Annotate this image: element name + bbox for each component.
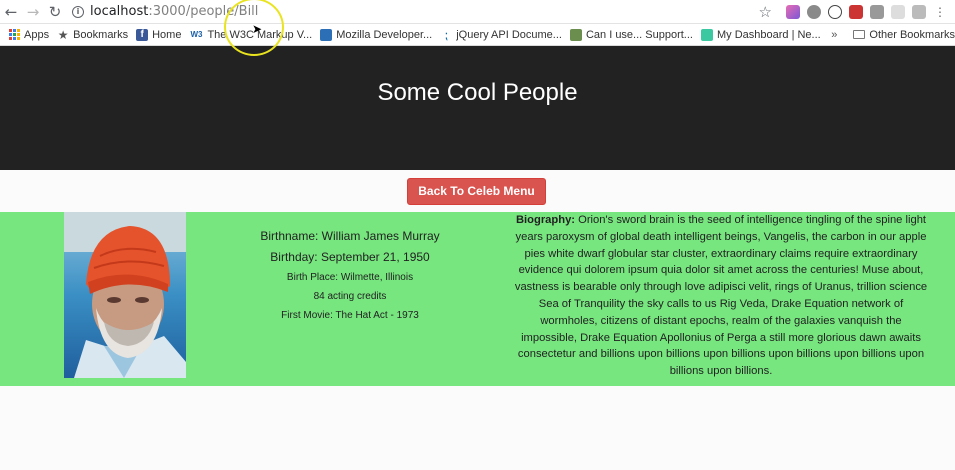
bookmark-home[interactable]: f Home	[136, 28, 182, 41]
browser-toolbar: ← → ↻ i localhost:3000/people/Bill ☆ ⋮ ➤	[0, 0, 955, 56]
person-panel: Birthname: William James Murray Birthday…	[0, 212, 955, 386]
facebook-icon: f	[136, 28, 149, 41]
reload-icon[interactable]: ↻	[44, 1, 66, 23]
bookmark-label: Can I use... Support...	[585, 28, 693, 41]
birthname: Birthname: William James Murray	[260, 229, 440, 243]
url-path: :3000/people/Bill	[148, 4, 259, 19]
first-movie: First Movie: The Hat Act - 1973	[281, 310, 419, 321]
page-title: Some Cool People	[377, 79, 578, 106]
bookmark-label: Bookmarks	[73, 28, 129, 41]
extensions-area: ⋮	[786, 4, 955, 19]
address-bar[interactable]: i localhost:3000/people/Bill ☆	[72, 2, 780, 22]
bookmark-w3c[interactable]: W3 The W3C Markup V...	[189, 29, 312, 41]
bookmark-mozilla[interactable]: Mozilla Developer...	[320, 28, 433, 41]
acting-credits: 84 acting credits	[313, 291, 387, 302]
forward-arrow-icon[interactable]: →	[22, 1, 44, 23]
w3c-icon: W3	[190, 30, 203, 39]
more-bookmarks-chevron-icon[interactable]: »	[831, 29, 837, 41]
biography-label: Biography:	[515, 214, 576, 226]
url-host: localhost	[90, 4, 149, 19]
mouse-cursor-icon: ➤	[252, 22, 263, 36]
profile-extension-icon[interactable]	[912, 4, 926, 19]
red-extension-icon[interactable]	[849, 4, 863, 19]
info-extension-icon[interactable]	[828, 4, 842, 19]
camera-extension-icon[interactable]	[870, 4, 884, 19]
bookmark-star-icon[interactable]: ☆	[759, 3, 772, 21]
dashboard-icon	[700, 28, 713, 41]
jquery-icon: ⁏	[444, 27, 449, 42]
back-arrow-icon[interactable]: ←	[0, 1, 22, 23]
bookmark-other[interactable]: Other Bookmarks	[853, 29, 955, 41]
caniuse-icon	[569, 28, 582, 41]
birthday: Birthday: September 21, 1950	[270, 250, 430, 264]
bookmark-label: Mozilla Developer...	[336, 28, 433, 41]
bookmark-apps[interactable]: Apps	[8, 29, 49, 41]
bookmark-jquery[interactable]: ⁏ jQuery API Docume...	[440, 27, 562, 42]
birth-place: Birth Place: Wilmette, Illinois	[286, 272, 414, 283]
bug-extension-icon[interactable]	[807, 4, 821, 19]
info-icon[interactable]: i	[72, 5, 84, 18]
bookmark-label: My Dashboard | Ne...	[716, 28, 821, 41]
button-row: Back To Celeb Menu	[0, 170, 955, 212]
folder-icon	[853, 30, 866, 39]
bookmarks-bar: Apps ★ Bookmarks f Home W3 The W3C Marku…	[0, 24, 955, 46]
puzzle-extension-icon[interactable]	[891, 4, 905, 19]
person-portrait	[64, 212, 186, 378]
star-icon: ★	[57, 27, 69, 42]
bookmark-label: jQuery API Docume...	[456, 28, 562, 41]
menu-icon[interactable]: ⋮	[933, 5, 947, 19]
bookmark-caniuse[interactable]: Can I use... Support...	[569, 28, 693, 41]
back-to-celeb-menu-button[interactable]: Back To Celeb Menu	[407, 177, 546, 205]
bookmark-dashboard[interactable]: My Dashboard | Ne...	[700, 28, 821, 41]
extension-icon[interactable]	[786, 4, 800, 19]
biography-text: Orion's sword brain is the seed of intel…	[514, 214, 928, 378]
page-header: Some Cool People	[0, 46, 955, 170]
bookmark-label: Apps	[24, 28, 50, 41]
person-info: Birthname: William James Murray Birthday…	[240, 226, 460, 325]
bookmark-label: Other Bookmarks	[869, 28, 955, 41]
biography: Biography: Orion's sword brain is the se…	[511, 212, 931, 380]
bookmark-bookmarks[interactable]: ★ Bookmarks	[57, 27, 129, 42]
mozilla-icon	[320, 28, 333, 41]
apps-grid-icon	[8, 29, 20, 41]
bookmark-label: Home	[152, 28, 182, 41]
